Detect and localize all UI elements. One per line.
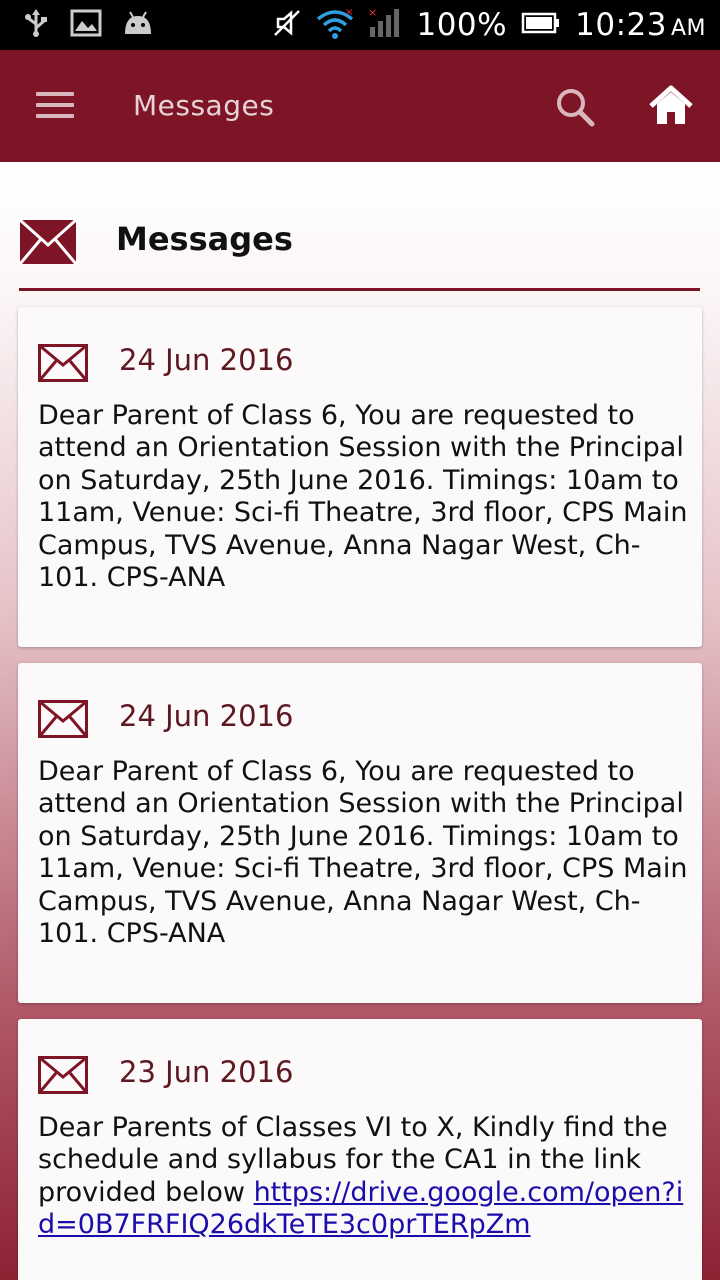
message-date: 23 Jun 2016 [119,1055,294,1089]
battery-percent: 100% [416,7,508,43]
android-icon [122,10,154,40]
menu-icon[interactable] [36,92,76,122]
message-card[interactable]: 23 Jun 2016 Dear Parents of Classes VI t… [18,1019,702,1280]
app-bar: Messages [0,50,720,162]
section-title: Messages [116,220,293,258]
message-body: Dear Parent of Class 6, You are requeste… [38,400,688,594]
message-body: Dear Parent of Class 6, You are requeste… [38,756,688,950]
section-divider [19,288,700,291]
clock: 10:23 AM [575,7,706,43]
search-icon[interactable] [554,86,596,128]
wifi-icon: × [316,7,354,43]
battery-icon [521,11,561,39]
section-header: Messages [0,162,720,294]
mute-icon [272,8,302,42]
envelope-icon [38,700,88,738]
message-card[interactable]: 24 Jun 2016 Dear Parent of Class 6, You … [18,307,702,647]
message-date: 24 Jun 2016 [119,343,294,377]
usb-icon [22,8,50,42]
svg-text:×: × [368,7,377,19]
svg-text:×: × [345,7,353,18]
message-body: Dear Parents of Classes VI to X, Kindly … [38,1112,688,1242]
envelope-icon [38,1056,88,1094]
home-icon[interactable] [648,84,694,128]
content-area[interactable]: Messages 24 Jun 2016 Dear Parent of Clas… [0,162,720,1280]
image-icon [70,9,102,41]
envelope-icon [18,218,78,265]
envelope-icon [38,344,88,382]
message-card[interactable]: 24 Jun 2016 Dear Parent of Class 6, You … [18,663,702,1003]
clock-ampm: AM [670,16,706,41]
app-title: Messages [133,89,275,122]
status-bar: × × 100% 10:23 AM [0,0,720,50]
signal-icon: × [368,6,402,43]
message-date: 24 Jun 2016 [119,699,294,733]
clock-time: 10:23 [575,7,667,43]
